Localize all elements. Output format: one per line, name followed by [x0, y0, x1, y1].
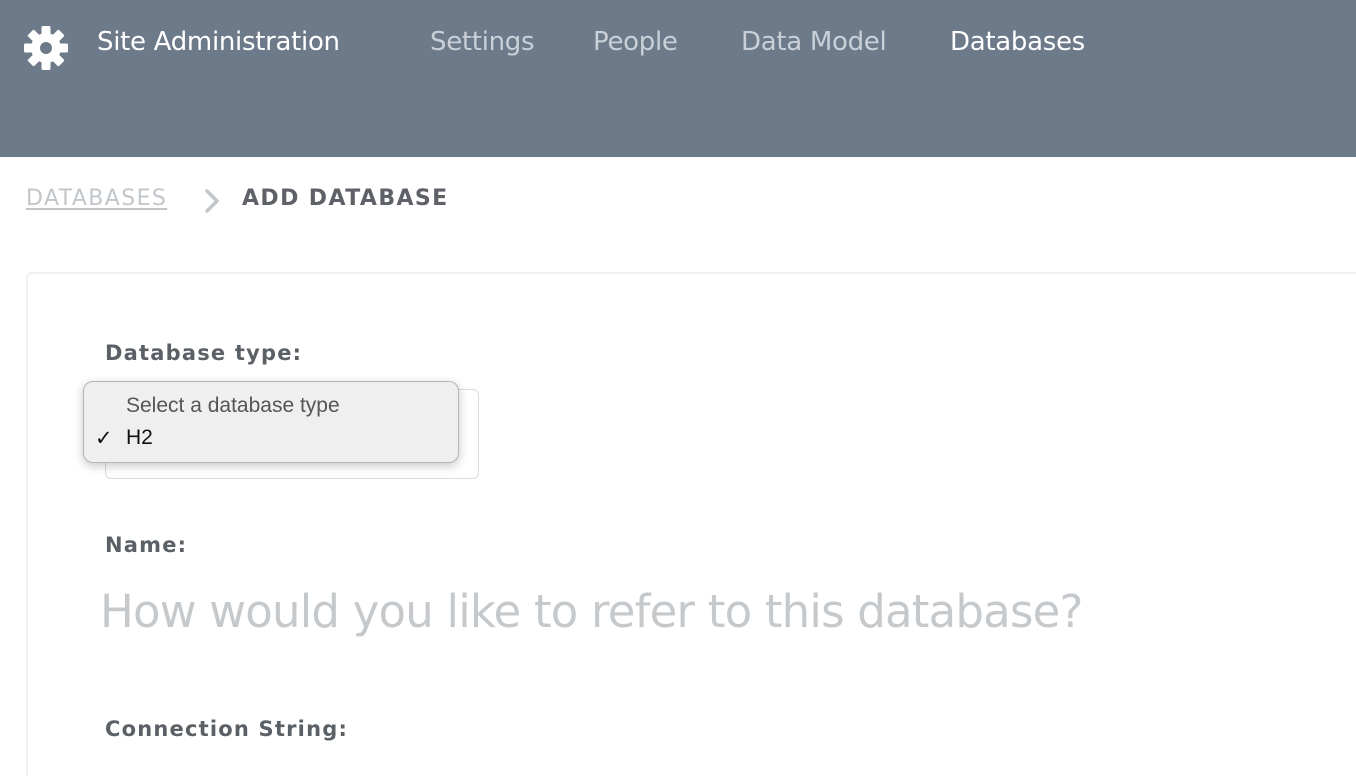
breadcrumb-databases-link[interactable]: DATABASES: [26, 186, 167, 211]
dropdown-option-placeholder[interactable]: Select a database type: [84, 392, 458, 422]
connection-string-label: Connection String:: [105, 717, 349, 741]
database-type-dropdown-menu: Select a database type ✓ H2: [83, 381, 459, 463]
name-label: Name:: [105, 533, 188, 557]
database-name-input[interactable]: [100, 580, 1200, 642]
nav-people[interactable]: People: [593, 27, 678, 57]
nav-databases[interactable]: Databases: [950, 27, 1085, 57]
dropdown-option-h2[interactable]: ✓ H2: [84, 424, 458, 454]
app-title: Site Administration: [97, 27, 340, 57]
nav-data-model[interactable]: Data Model: [741, 27, 887, 57]
gear-icon[interactable]: [23, 25, 69, 71]
nav-settings[interactable]: Settings: [430, 27, 535, 57]
database-type-label: Database type:: [105, 341, 303, 365]
breadcrumb-current: ADD DATABASE: [242, 186, 449, 211]
chevron-right-icon: [205, 189, 219, 213]
admin-header: Site Administration Settings People Data…: [0, 0, 1356, 157]
dropdown-option-label: H2: [126, 426, 153, 449]
dropdown-option-label: Select a database type: [126, 394, 340, 417]
checkmark-icon: ✓: [95, 427, 113, 450]
